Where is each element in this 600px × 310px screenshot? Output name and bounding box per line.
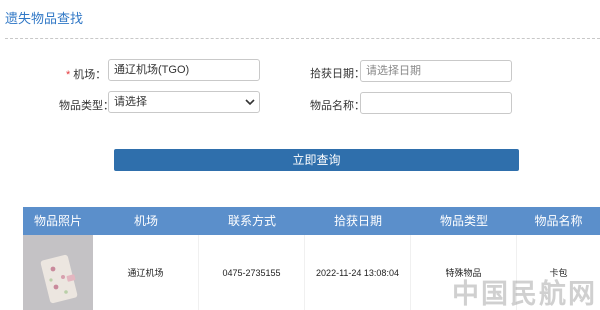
table-header: 物品照片 机场 联系方式 拾获日期 物品类型 物品名称 [23,207,600,235]
found-date-input[interactable]: 请选择日期 [360,60,512,82]
watermark: 中国民航网 [452,279,597,309]
found-date-label: 拾获日期： [310,68,365,80]
header-contact: 联系方式 [227,214,276,228]
airport-input[interactable]: 通辽机场(TGO) [108,59,260,81]
airport-label: * 机场： [66,66,106,82]
airport-label-text: 机场： [73,69,107,81]
item-name-input[interactable] [360,92,512,114]
header-date: 拾获日期 [333,214,382,228]
wallet-photo-icon [23,235,93,310]
cell-date: 2022-11-24 13:08:04 [305,235,411,310]
chevron-down-icon [245,99,255,106]
header-photo: 物品照片 [33,214,82,228]
cell-airport: 通辽机场 [93,235,199,310]
header-airport: 机场 [133,214,158,228]
cell-contact: 0475-2735155 [199,235,305,310]
divider [5,38,600,39]
header-name: 物品名称 [534,214,583,228]
item-type-select[interactable]: 请选择 [108,91,260,113]
required-mark: * [66,69,71,81]
page-title: 遗失物品查找 [5,11,84,26]
header-type: 物品类型 [439,214,488,228]
item-name-label: 物品名称： [310,100,365,112]
item-type-label: 物品类型： [59,100,114,112]
item-photo[interactable] [23,235,93,310]
search-button[interactable]: 立即查询 [114,149,519,171]
item-type-selected: 请选择 [114,96,147,108]
